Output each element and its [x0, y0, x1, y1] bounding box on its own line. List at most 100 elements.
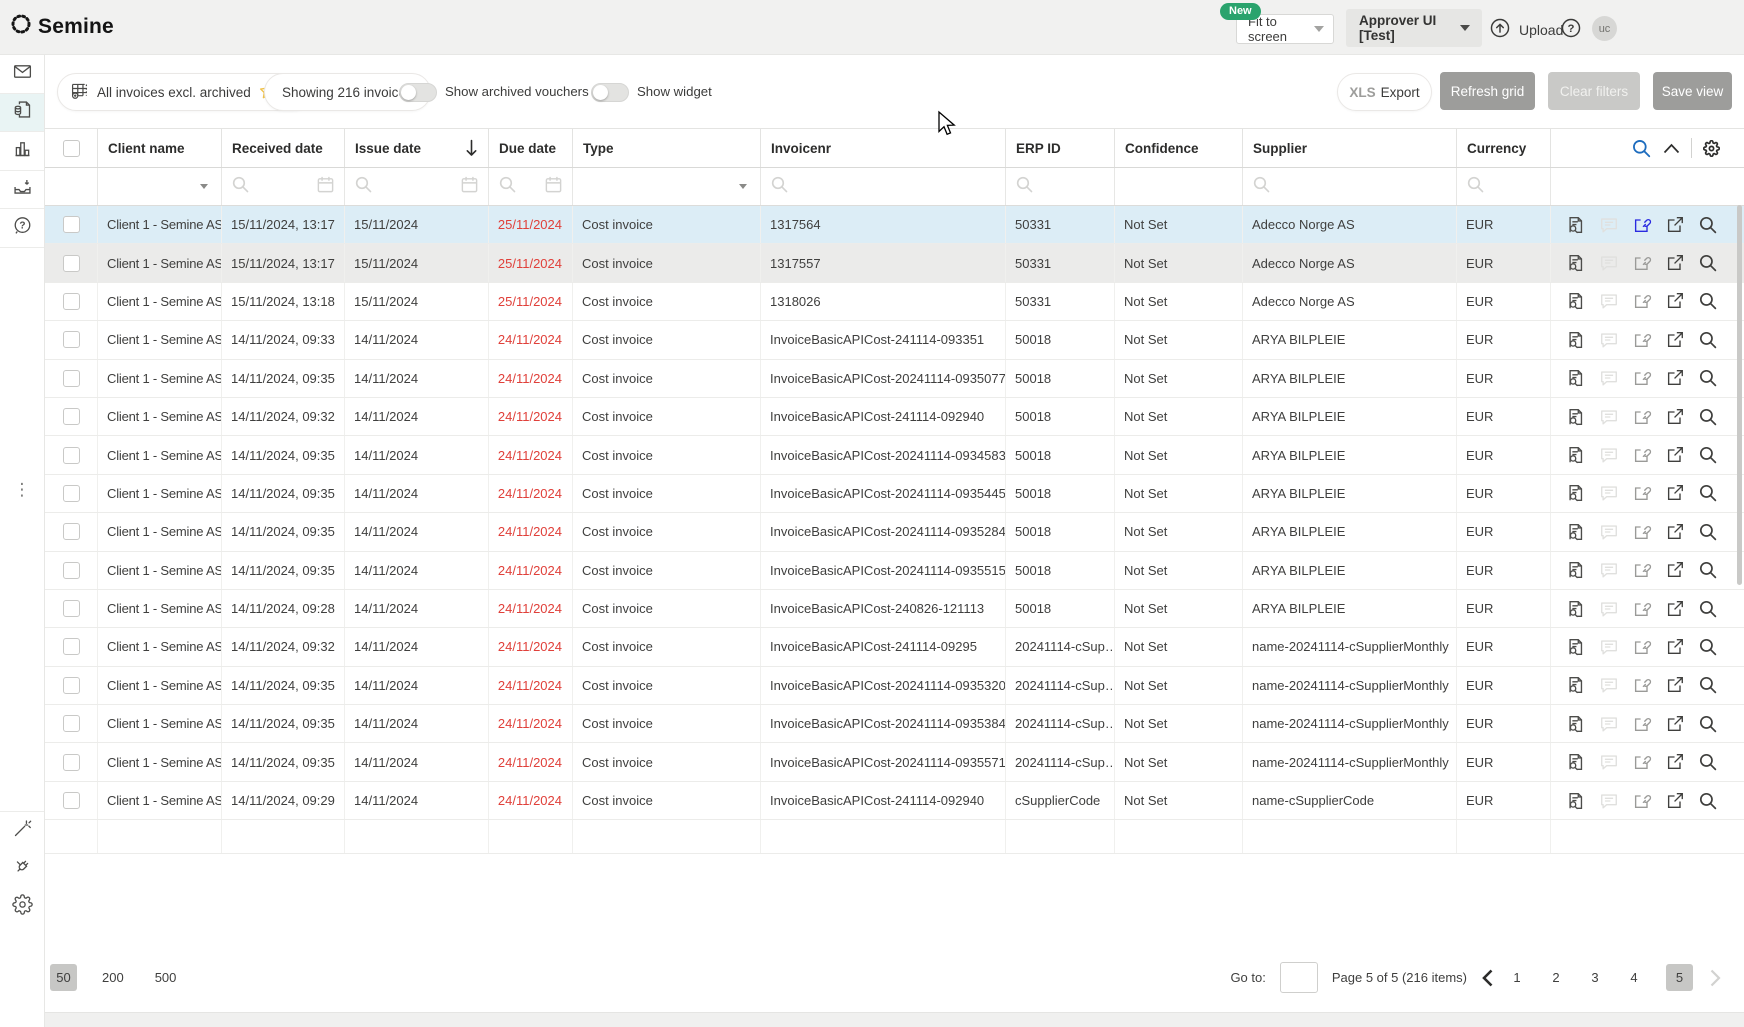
comment-icon[interactable]	[1599, 215, 1619, 235]
cell-issue[interactable]: 14/11/2024	[345, 436, 489, 473]
comment-icon[interactable]	[1599, 599, 1619, 619]
cell-currency[interactable]: EUR	[1457, 705, 1551, 742]
comment-icon[interactable]	[1599, 330, 1619, 350]
cell-type[interactable]: Cost invoice	[573, 244, 761, 281]
cell-confidence[interactable]: Not Set	[1115, 513, 1243, 550]
cell-confidence[interactable]: Not Set	[1115, 244, 1243, 281]
open-external-icon[interactable]	[1665, 752, 1685, 772]
row-search-icon[interactable]	[1698, 330, 1718, 350]
calendar-icon[interactable]	[460, 175, 479, 199]
cell-currency[interactable]: EUR	[1457, 321, 1551, 358]
cell-supplier[interactable]: name-20241114-cSupplierMonthly	[1243, 628, 1457, 665]
attachment-link-icon[interactable]	[1632, 368, 1652, 388]
cell-due[interactable]: 24/11/2024	[489, 590, 573, 627]
cell-supplier[interactable]: ARYA BILPLEIE	[1243, 475, 1457, 512]
comment-icon[interactable]	[1599, 752, 1619, 772]
sidebar-item-automation[interactable]	[0, 812, 44, 850]
cell-due[interactable]: 24/11/2024	[489, 628, 573, 665]
cell-currency[interactable]: EUR	[1457, 360, 1551, 397]
cell-erp[interactable]: 20241114-cSup…	[1006, 743, 1115, 780]
cell-issue[interactable]: 15/11/2024	[345, 206, 489, 243]
cell-client[interactable]: Client 1 - Semine AS	[98, 552, 222, 589]
cell-invoicenr[interactable]: InvoiceBasicAPICost-241114-093351	[761, 321, 1006, 358]
filter-dropdown-caret-icon[interactable]	[200, 184, 208, 189]
sidebar-item-settings[interactable]	[0, 888, 44, 926]
table-row[interactable]: Client 1 - Semine AS14/11/2024, 09:3514/…	[45, 360, 1744, 398]
cell-received[interactable]: 14/11/2024, 09:35	[222, 475, 345, 512]
column-header-due[interactable]: Due date	[489, 129, 573, 167]
vertical-scrollbar[interactable]	[1737, 205, 1742, 585]
cell-client[interactable]: Client 1 - Semine AS	[98, 743, 222, 780]
page-size-500[interactable]: 500	[149, 964, 183, 991]
cell-type[interactable]: Cost invoice	[573, 552, 761, 589]
column-header-invoicenr[interactable]: Invoicenr	[761, 129, 1006, 167]
cell-received[interactable]: 15/11/2024, 13:17	[222, 244, 345, 281]
cell-issue[interactable]: 14/11/2024	[345, 360, 489, 397]
filter-type[interactable]	[573, 168, 761, 205]
cell-invoicenr[interactable]: 1317564	[761, 206, 1006, 243]
column-header-currency[interactable]: Currency	[1457, 129, 1551, 167]
cell-currency[interactable]: EUR	[1457, 398, 1551, 435]
cell-type[interactable]: Cost invoice	[573, 436, 761, 473]
row-checkbox[interactable]	[63, 408, 80, 425]
cell-issue[interactable]: 15/11/2024	[345, 283, 489, 320]
cell-confidence[interactable]: Not Set	[1115, 590, 1243, 627]
table-row[interactable]: Client 1 - Semine AS14/11/2024, 09:3514/…	[45, 667, 1744, 705]
cell-confidence[interactable]: Not Set	[1115, 552, 1243, 589]
row-checkbox[interactable]	[63, 331, 80, 348]
table-row[interactable]: Client 1 - Semine AS14/11/2024, 09:3314/…	[45, 321, 1744, 359]
cell-due[interactable]: 24/11/2024	[489, 321, 573, 358]
document-search-icon[interactable]	[1566, 291, 1586, 311]
table-row[interactable]: Client 1 - Semine AS14/11/2024, 09:3514/…	[45, 552, 1744, 590]
page-size-50[interactable]: 50	[50, 964, 77, 991]
row-search-icon[interactable]	[1698, 752, 1718, 772]
column-header-client[interactable]: Client name	[98, 129, 222, 167]
cell-client[interactable]: Client 1 - Semine AS	[98, 398, 222, 435]
cell-invoicenr[interactable]: InvoiceBasicAPICost-20241114-0935284	[761, 513, 1006, 550]
open-external-icon[interactable]	[1665, 560, 1685, 580]
cell-client[interactable]: Client 1 - Semine AS	[98, 782, 222, 819]
cell-erp[interactable]: 50018	[1006, 552, 1115, 589]
attachment-link-icon[interactable]	[1632, 675, 1652, 695]
cell-client[interactable]: Client 1 - Semine AS	[98, 283, 222, 320]
next-page-chevron-icon[interactable]	[1709, 969, 1722, 987]
row-checkbox[interactable]	[63, 523, 80, 540]
cell-client[interactable]: Client 1 - Semine AS	[98, 667, 222, 704]
cell-invoicenr[interactable]: InvoiceBasicAPICost-240826-121113	[761, 590, 1006, 627]
cell-type[interactable]: Cost invoice	[573, 283, 761, 320]
save-view-button[interactable]: Save view	[1653, 72, 1732, 110]
page-number-2[interactable]: 2	[1549, 970, 1563, 985]
row-checkbox[interactable]	[63, 754, 80, 771]
column-header-issue[interactable]: Issue date	[345, 129, 489, 167]
cell-received[interactable]: 14/11/2024, 09:35	[222, 513, 345, 550]
cell-due[interactable]: 24/11/2024	[489, 743, 573, 780]
cell-erp[interactable]: 50018	[1006, 360, 1115, 397]
open-external-icon[interactable]	[1665, 483, 1685, 503]
cell-supplier[interactable]: name-20241114-cSupplierMonthly	[1243, 667, 1457, 704]
cell-due[interactable]: 24/11/2024	[489, 475, 573, 512]
table-row[interactable]: Client 1 - Semine AS15/11/2024, 13:1715/…	[45, 244, 1744, 282]
document-search-icon[interactable]	[1566, 560, 1586, 580]
row-checkbox[interactable]	[63, 485, 80, 502]
cell-currency[interactable]: EUR	[1457, 552, 1551, 589]
attachment-link-icon[interactable]	[1632, 215, 1652, 235]
row-checkbox[interactable]	[63, 562, 80, 579]
attachment-link-icon[interactable]	[1632, 714, 1652, 734]
cell-currency[interactable]: EUR	[1457, 244, 1551, 281]
cell-client[interactable]: Client 1 - Semine AS	[98, 705, 222, 742]
cell-supplier[interactable]: ARYA BILPLEIE	[1243, 398, 1457, 435]
search-icon[interactable]	[1015, 175, 1034, 199]
document-search-icon[interactable]	[1566, 675, 1586, 695]
open-external-icon[interactable]	[1665, 291, 1685, 311]
cell-received[interactable]: 14/11/2024, 09:33	[222, 321, 345, 358]
document-search-icon[interactable]	[1566, 714, 1586, 734]
column-header-received[interactable]: Received date	[222, 129, 345, 167]
clear-filters-button[interactable]: Clear filters	[1548, 72, 1640, 110]
table-row[interactable]: Client 1 - Semine AS14/11/2024, 09:3514/…	[45, 743, 1744, 781]
cell-due[interactable]: 25/11/2024	[489, 244, 573, 281]
cell-confidence[interactable]: Not Set	[1115, 321, 1243, 358]
open-external-icon[interactable]	[1665, 445, 1685, 465]
row-search-icon[interactable]	[1698, 599, 1718, 619]
cell-supplier[interactable]: ARYA BILPLEIE	[1243, 360, 1457, 397]
cell-confidence[interactable]: Not Set	[1115, 398, 1243, 435]
